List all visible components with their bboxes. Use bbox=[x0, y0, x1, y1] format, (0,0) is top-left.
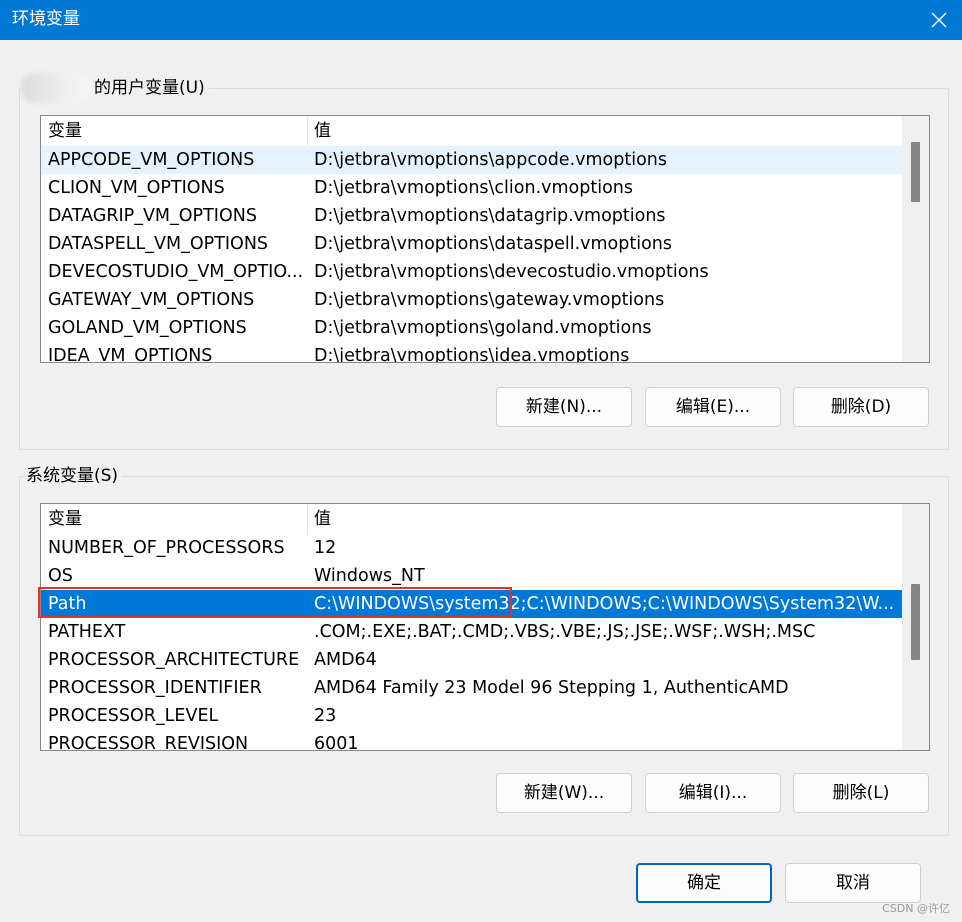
variable-name: GATEWAY_VM_OPTIONS bbox=[48, 290, 255, 310]
variable-value: D:\jetbra\vmoptions\clion.vmoptions bbox=[314, 178, 633, 198]
blurred-username bbox=[22, 73, 90, 103]
table-row[interactable]: PROCESSOR_IDENTIFIER AMD64 Family 23 Mode… bbox=[41, 674, 903, 702]
table-row[interactable]: NUMBER_OF_PROCESSORS 12 bbox=[41, 534, 903, 562]
variable-name: PATHEXT bbox=[48, 622, 126, 642]
variable-name: CLION_VM_OPTIONS bbox=[48, 178, 225, 198]
column-header-value[interactable]: 值 bbox=[314, 119, 331, 143]
system-edit-button[interactable]: 编辑(I)... bbox=[645, 773, 781, 813]
scrollbar-thumb[interactable] bbox=[911, 142, 920, 202]
user-edit-button[interactable]: 编辑(E)... bbox=[645, 387, 781, 427]
variable-name: PROCESSOR_ARCHITECTURE bbox=[48, 650, 300, 670]
table-row[interactable]: PROCESSOR_REVISION 6001 bbox=[41, 730, 903, 751]
title-bar: 环境变量 bbox=[0, 0, 962, 40]
variable-value: .COM;.EXE;.BAT;.CMD;.VBS;.VBE;.JS;.JSE;.… bbox=[314, 622, 816, 642]
scrollbar-thumb[interactable] bbox=[911, 584, 920, 660]
variable-name: APPCODE_VM_OPTIONS bbox=[48, 150, 255, 170]
column-header-variable[interactable]: 变量 bbox=[48, 507, 82, 531]
system-variables-label: 系统变量(S) bbox=[26, 465, 123, 487]
user-new-button[interactable]: 新建(N)... bbox=[496, 387, 632, 427]
cancel-button[interactable]: 取消 bbox=[785, 863, 921, 903]
system-variables-rows: NUMBER_OF_PROCESSORS 12 OS Windows_NT Path… bbox=[41, 534, 903, 751]
system-delete-button[interactable]: 删除(L) bbox=[793, 773, 929, 813]
ok-button[interactable]: 确定 bbox=[636, 863, 772, 903]
column-divider[interactable] bbox=[307, 504, 308, 534]
system-variables-list[interactable]: 变量 值 NUMBER_OF_PROCESSORS 12 OS Windows_NT… bbox=[40, 503, 930, 751]
variable-name: OS bbox=[48, 566, 73, 586]
user-variables-title: 的用户变量(U) bbox=[22, 73, 209, 103]
variable-value: AMD64 Family 23 Model 96 Stepping 1, Aut… bbox=[314, 678, 789, 698]
table-row[interactable]: DATAGRIP_VM_OPTIONS D:\jetbra\vmoptions\d… bbox=[41, 202, 903, 230]
variable-value: 6001 bbox=[314, 734, 359, 751]
table-row[interactable]: PROCESSOR_LEVEL 23 bbox=[41, 702, 903, 730]
user-list-scrollbar[interactable] bbox=[902, 116, 929, 362]
table-row[interactable]: OS Windows_NT bbox=[41, 562, 903, 590]
user-delete-button[interactable]: 删除(D) bbox=[793, 387, 929, 427]
table-row[interactable]: APPCODE_VM_OPTIONS D:\jetbra\vmoptions\ap… bbox=[41, 146, 903, 174]
variable-name: IDEA_VM_OPTIONS bbox=[48, 346, 213, 363]
variable-name: DEVECOSTUDIO_VM_OPTIO... bbox=[48, 262, 304, 282]
variable-value: AMD64 bbox=[314, 650, 377, 670]
list-header: 变量 值 bbox=[41, 504, 903, 534]
window-title: 环境变量 bbox=[12, 9, 80, 29]
variable-value: D:\jetbra\vmoptions\gateway.vmoptions bbox=[314, 290, 665, 310]
variable-value: D:\jetbra\vmoptions\datagrip.vmoptions bbox=[314, 206, 666, 226]
system-new-button[interactable]: 新建(W)... bbox=[496, 773, 632, 813]
user-variables-rows: APPCODE_VM_OPTIONS D:\jetbra\vmoptions\ap… bbox=[41, 146, 903, 363]
variable-value: Windows_NT bbox=[314, 566, 425, 586]
variable-name: PROCESSOR_IDENTIFIER bbox=[48, 678, 262, 698]
watermark: CSDN @许亿 bbox=[882, 902, 950, 915]
table-row[interactable]: CLION_VM_OPTIONS D:\jetbra\vmoptions\clio… bbox=[41, 174, 903, 202]
table-row[interactable]: DATASPELL_VM_OPTIONS D:\jetbra\vmoptions\… bbox=[41, 230, 903, 258]
variable-name: PROCESSOR_REVISION bbox=[48, 734, 249, 751]
table-row[interactable]: DEVECOSTUDIO_VM_OPTIO... D:\jetbra\vmopti… bbox=[41, 258, 903, 286]
variable-value: 12 bbox=[314, 538, 337, 558]
variable-value: D:\jetbra\vmoptions\idea.vmoptions bbox=[314, 346, 630, 363]
variable-value: D:\jetbra\vmoptions\dataspell.vmoptions bbox=[314, 234, 672, 254]
system-variables-group: 系统变量(S) 变量 值 NUMBER_OF_PROCESSORS 12 OS Wi… bbox=[19, 465, 949, 836]
column-header-variable[interactable]: 变量 bbox=[48, 119, 82, 143]
table-row[interactable]: IDEA_VM_OPTIONS D:\jetbra\vmoptions\idea.… bbox=[41, 342, 903, 363]
table-row[interactable]: PATHEXT .COM;.EXE;.BAT;.CMD;.VBS;.VBE;.JS… bbox=[41, 618, 903, 646]
variable-name: DATASPELL_VM_OPTIONS bbox=[48, 234, 269, 254]
column-header-value[interactable]: 值 bbox=[314, 507, 331, 531]
table-row[interactable]: GATEWAY_VM_OPTIONS D:\jetbra\vmoptions\ga… bbox=[41, 286, 903, 314]
list-header: 变量 值 bbox=[41, 116, 903, 146]
variable-name: PROCESSOR_LEVEL bbox=[48, 706, 219, 726]
variable-value: 23 bbox=[314, 706, 337, 726]
variable-name: NUMBER_OF_PROCESSORS bbox=[48, 538, 285, 558]
variable-name: DATAGRIP_VM_OPTIONS bbox=[48, 206, 257, 226]
system-list-scrollbar[interactable] bbox=[902, 504, 929, 750]
user-variables-list[interactable]: 变量 值 APPCODE_VM_OPTIONS D:\jetbra\vmoptio… bbox=[40, 115, 930, 363]
variable-value: D:\jetbra\vmoptions\appcode.vmoptions bbox=[314, 150, 667, 170]
annotation-highlight-box bbox=[38, 587, 512, 618]
table-row[interactable]: GOLAND_VM_OPTIONS D:\jetbra\vmoptions\gol… bbox=[41, 314, 903, 342]
column-divider[interactable] bbox=[307, 116, 308, 146]
user-variables-group: 的用户变量(U) 变量 值 APPCODE_VM_OPTIONS D:\jetbr… bbox=[19, 73, 949, 450]
user-variables-label: 的用户变量(U) bbox=[94, 78, 205, 98]
variable-value: D:\jetbra\vmoptions\devecostudio.vmoptio… bbox=[314, 262, 709, 282]
close-icon bbox=[931, 12, 947, 28]
variable-name: GOLAND_VM_OPTIONS bbox=[48, 318, 247, 338]
close-button[interactable] bbox=[916, 0, 962, 40]
table-row[interactable]: PROCESSOR_ARCHITECTURE AMD64 bbox=[41, 646, 903, 674]
variable-value: D:\jetbra\vmoptions\goland.vmoptions bbox=[314, 318, 652, 338]
